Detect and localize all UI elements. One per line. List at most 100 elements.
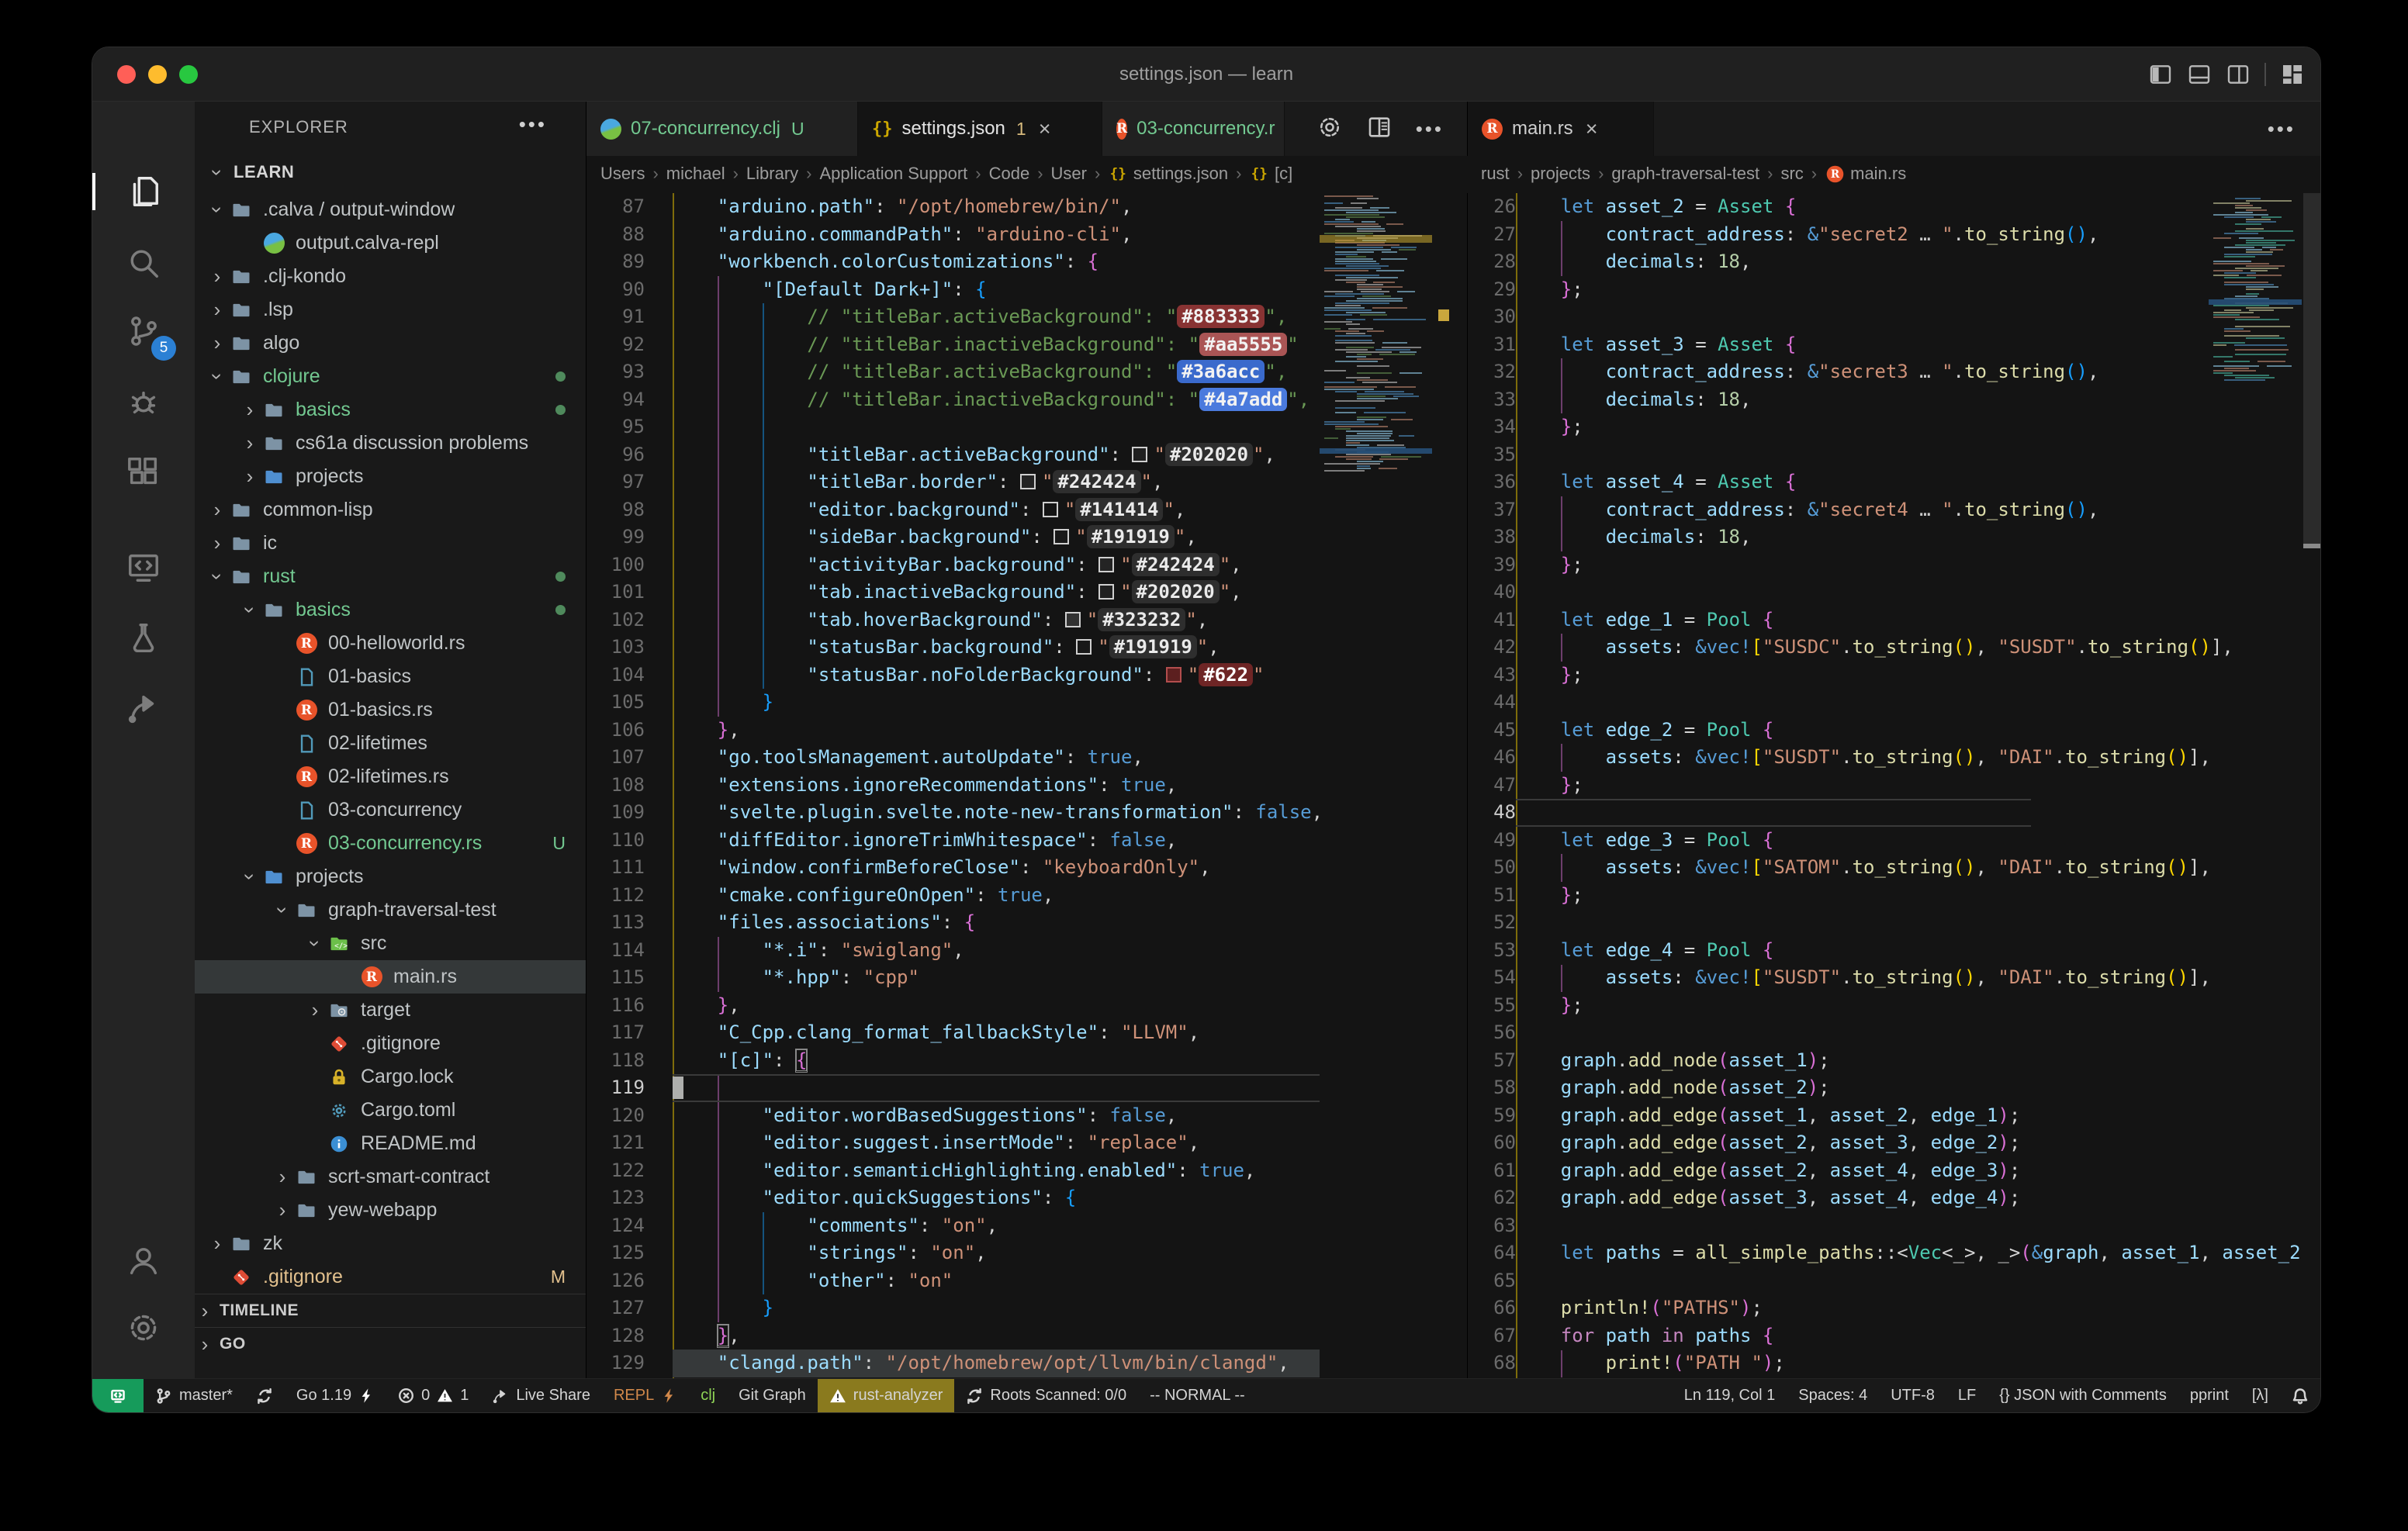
rust-analyzer-status[interactable]: rust-analyzer <box>818 1379 955 1413</box>
tree-item-02-lifetimes[interactable]: 02-lifetimes <box>195 727 586 760</box>
tree-item--lsp[interactable]: ›.lsp <box>195 293 586 327</box>
tree-item-main-rs[interactable]: Rmain.rs <box>195 960 586 994</box>
minimap[interactable] <box>2209 193 2302 1378</box>
extensions-icon[interactable] <box>92 437 195 508</box>
close-tab-icon[interactable]: × <box>1039 117 1051 141</box>
go-version[interactable]: Go 1.19 <box>285 1379 386 1413</box>
tree-item--calva-output-window[interactable]: ›.calva / output-window <box>195 193 586 226</box>
open-settings-ui-icon[interactable] <box>1316 114 1343 144</box>
git-graph[interactable]: Git Graph <box>727 1379 818 1413</box>
breadcrumb-item[interactable]: Code <box>989 164 1030 184</box>
breadcrumb-item[interactable]: User <box>1051 164 1087 184</box>
lambda-status[interactable]: [λ] <box>2240 1379 2280 1413</box>
editor-main-rs[interactable]: 26 let asset_2 = Asset {27 contract_addr… <box>1467 193 2321 1378</box>
customize-layout-icon[interactable] <box>2280 62 2305 87</box>
run-debug-icon[interactable] <box>92 367 195 438</box>
tree-item-readme-md[interactable]: README.md <box>195 1127 586 1160</box>
source-control-icon[interactable]: 5 <box>92 295 195 367</box>
tree-item-00-helloworld-rs[interactable]: R00-helloworld.rs <box>195 627 586 660</box>
tab-03-concurrency[interactable]: R03-concurrency.r <box>1102 102 1285 156</box>
tree-item-cs61a-discussion-problems[interactable]: ›cs61a discussion problems <box>195 427 586 460</box>
toggle-secondary-sidebar-icon[interactable] <box>2226 62 2251 87</box>
tree-item-clojure[interactable]: ›clojure <box>195 360 586 393</box>
tree-item-projects[interactable]: ›projects <box>195 460 586 493</box>
tab-07-concurrency[interactable]: 07-concurrency.cljU <box>586 102 858 156</box>
breadcrumb-item[interactable]: Application Support <box>820 164 968 184</box>
minimap[interactable] <box>1320 193 1432 1378</box>
breadcrumb-item[interactable]: michael <box>666 164 725 184</box>
tree-item--clj-kondo[interactable]: ›.clj-kondo <box>195 260 586 293</box>
breadcrumb-item[interactable]: Rmain.rs <box>1825 164 1906 185</box>
language-mode[interactable]: {} JSON with Comments <box>1988 1379 2178 1413</box>
breadcrumb-item[interactable]: graph-traversal-test <box>1611 164 1759 184</box>
tree-item-03-concurrency[interactable]: 03-concurrency <box>195 793 586 827</box>
tree-item-03-concurrency-rs[interactable]: R03-concurrency.rsU <box>195 827 586 860</box>
vim-mode[interactable]: -- NORMAL -- <box>1138 1379 1257 1413</box>
tree-item--gitignore[interactable]: .gitignoreM <box>195 1260 586 1294</box>
more-actions-icon[interactable]: ••• <box>2268 117 2296 141</box>
tree-item-yew-webapp[interactable]: ›yew-webapp <box>195 1194 586 1227</box>
problems[interactable]: 01 <box>386 1379 480 1413</box>
timeline-section[interactable]: › TIMELINE <box>195 1294 586 1327</box>
tree-item-zk[interactable]: ›zk <box>195 1227 586 1260</box>
scrollbar-slider[interactable] <box>2303 193 2321 546</box>
tree-item-scrt-smart-contract[interactable]: ›scrt-smart-contract <box>195 1160 586 1194</box>
cursor-position[interactable]: Ln 119, Col 1 <box>1673 1379 1787 1413</box>
tree-item-common-lisp[interactable]: ›common-lisp <box>195 493 586 527</box>
live-share[interactable]: Live Share <box>480 1379 602 1413</box>
testing-icon[interactable] <box>92 603 195 674</box>
settings-gear-icon[interactable] <box>92 1292 195 1363</box>
go-section[interactable]: › GO <box>195 1327 586 1360</box>
tree-item-algo[interactable]: ›algo <box>195 327 586 360</box>
explorer-icon[interactable] <box>92 156 195 227</box>
breadcrumb-item[interactable]: src <box>1780 164 1803 184</box>
tree-item-graph-traversal-test[interactable]: ›graph-traversal-test <box>195 893 586 927</box>
tree-item-basics[interactable]: ›basics <box>195 393 586 427</box>
remote-indicator[interactable] <box>92 1379 144 1413</box>
git-branch[interactable]: master* <box>144 1379 244 1413</box>
tree-item-rust[interactable]: ›rust <box>195 560 586 593</box>
sync-status[interactable] <box>244 1379 285 1413</box>
tab-main-rs[interactable]: Rmain.rs× <box>1468 102 1654 156</box>
live-share-icon[interactable] <box>92 672 195 744</box>
tree-item-target[interactable]: ›target <box>195 994 586 1027</box>
roots-scanned[interactable]: Roots Scanned: 0/0 <box>954 1379 1138 1413</box>
account-icon[interactable] <box>92 1225 195 1296</box>
breadcrumb-item[interactable]: Users <box>600 164 645 184</box>
tree-item-basics[interactable]: ›basics <box>195 593 586 627</box>
split-editor-icon[interactable] <box>1366 114 1393 144</box>
breadcrumb-item[interactable]: Library <box>746 164 798 184</box>
breadcrumb-item[interactable]: rust <box>1481 164 1510 184</box>
explorer-more-actions-icon[interactable]: ••• <box>519 112 547 137</box>
tree-item-src[interactable]: ›</>src <box>195 927 586 960</box>
tab-settings-json[interactable]: {}settings.json1× <box>858 102 1102 156</box>
tree-item-output-calva-repl[interactable]: output.calva-repl <box>195 226 586 260</box>
eol[interactable]: LF <box>1946 1379 1988 1413</box>
indentation[interactable]: Spaces: 4 <box>1787 1379 1879 1413</box>
close-tab-icon[interactable]: × <box>1586 117 1598 141</box>
toggle-sidebar-icon[interactable] <box>2148 62 2173 87</box>
clj-status[interactable]: clj <box>689 1379 727 1413</box>
encoding[interactable]: UTF-8 <box>1879 1379 1946 1413</box>
toggle-panel-icon[interactable] <box>2187 62 2212 87</box>
tree-item-projects[interactable]: ›projects <box>195 860 586 893</box>
tree-item-ic[interactable]: ›ic <box>195 527 586 560</box>
tree-item-cargo-toml[interactable]: Cargo.toml <box>195 1094 586 1127</box>
editor-settings-json[interactable]: 87 "arduino.path": "/opt/homebrew/bin/",… <box>586 193 1467 1378</box>
breadcrumb[interactable]: Users›michael›Library›Application Suppor… <box>600 156 1467 192</box>
breadcrumb-item[interactable]: {}[c] <box>1249 164 1292 184</box>
repl-status[interactable]: REPL <box>602 1379 689 1413</box>
notifications[interactable] <box>2280 1379 2320 1413</box>
breadcrumb-item[interactable]: projects <box>1531 164 1590 184</box>
tree-item-02-lifetimes-rs[interactable]: R02-lifetimes.rs <box>195 760 586 793</box>
remote-explorer-icon[interactable] <box>92 531 195 603</box>
search-icon[interactable] <box>92 227 195 299</box>
workspace-section-header[interactable]: › LEARN <box>195 154 586 190</box>
breadcrumb[interactable]: rust›projects›graph-traversal-test›src›R… <box>1481 156 2321 192</box>
more-actions-icon[interactable]: ••• <box>1416 117 1444 141</box>
tree-item-cargo-lock[interactable]: Cargo.lock <box>195 1060 586 1094</box>
tree-item-01-basics[interactable]: 01-basics <box>195 660 586 693</box>
tree-item--gitignore[interactable]: .gitignore <box>195 1027 586 1060</box>
breadcrumb-item[interactable]: {}settings.json <box>1108 164 1228 184</box>
tree-item-01-basics-rs[interactable]: R01-basics.rs <box>195 693 586 727</box>
